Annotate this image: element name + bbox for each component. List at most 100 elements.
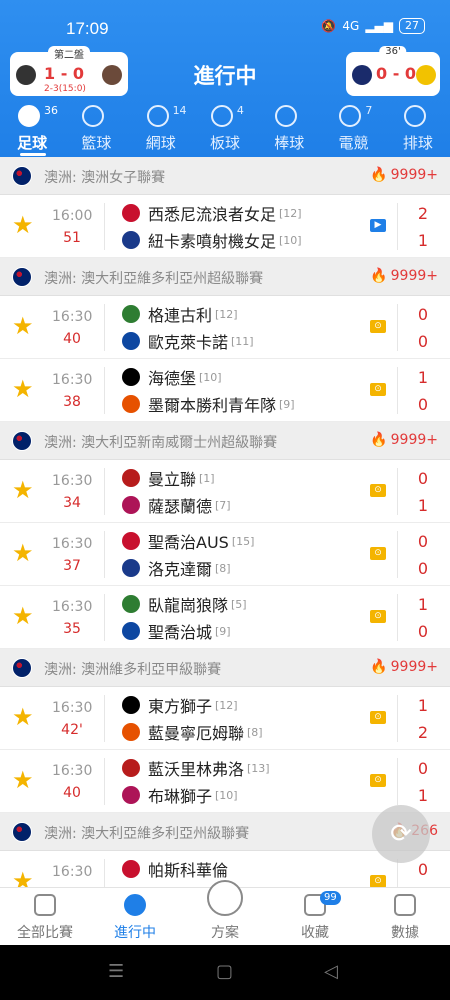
tab-sport-6[interactable]: 排球 (386, 100, 450, 157)
back-icon[interactable]: ◁ (324, 961, 338, 982)
away-team-name: 洛克達爾 (148, 560, 213, 579)
home-team-name: 曼立聯 (148, 470, 197, 489)
match-row[interactable]: ★ 16:30 42' 東方獅子 [12] 藍曼寧厄姆聯 [8] ⊙ 1 2 (0, 687, 450, 750)
match-row[interactable]: ★ 16:00 51 西悉尼流浪者女足 [12] 紐卡素噴射機女足 [10] ▶ 2 1 (0, 195, 450, 258)
match-time: 16:30 (52, 473, 93, 489)
away-score: 1 (417, 496, 429, 515)
favorite-star-icon[interactable]: ★ (12, 604, 34, 628)
league-header[interactable]: 澳洲: 澳大利亞維多利亞州超級聯賽 🔥 9999+ (0, 258, 450, 296)
baseball-icon (275, 105, 298, 127)
tab-sport-1[interactable]: 籃球 (64, 100, 128, 157)
tab-sport-3[interactable]: 4 板球 (193, 100, 257, 157)
nav-item-4[interactable]: 數據 (360, 888, 450, 946)
menu-icon[interactable]: ☰ (108, 961, 124, 982)
away-team-name: 藍曼寧厄姆聯 (148, 724, 245, 743)
live-animation-icon[interactable]: ⊙ (370, 383, 386, 396)
favorite-star-icon[interactable]: ★ (12, 213, 34, 237)
nav-item-3[interactable]: 99 收藏 (270, 888, 360, 946)
divider (104, 367, 105, 414)
league-header[interactable]: 澳洲: 澳大利亞新南威爾士州超級聯賽 🔥 9999+ (0, 422, 450, 460)
home-score: 0 (417, 860, 429, 879)
heat-count: 🔥 9999+ (370, 432, 438, 448)
match-row[interactable]: ★ 16:30 40 格連古利 [12] 歐克萊卡諾 [11] ⊙ 0 0 (0, 296, 450, 359)
fire-icon: 🔥 (370, 167, 388, 183)
tennis-icon (146, 105, 169, 127)
refresh-button[interactable]: ⟳ (372, 805, 430, 863)
refresh-icon: ⟳ (390, 819, 412, 849)
divider (104, 304, 105, 351)
match-row[interactable]: ★ 16:30 40 藍沃里林弗洛 [13] 布琳獅子 [10] ⊙ 0 1 (0, 750, 450, 813)
tab-sport-5[interactable]: 7 電競 (321, 100, 385, 157)
home-team-rank: [12] (215, 307, 238, 321)
league-name: 澳洲: 澳洲維多利亞甲級聯賽 (44, 662, 222, 678)
home-icon[interactable]: ▢ (216, 961, 233, 982)
away-team-rank: [9] (279, 397, 295, 411)
team-logo-icon (122, 231, 140, 249)
live-animation-icon[interactable]: ⊙ (370, 711, 386, 724)
away-team: 墨爾本勝利青年隊 [9] (122, 393, 295, 415)
nav-label: 收藏 (301, 925, 329, 941)
live-animation-icon[interactable]: ⊙ (370, 774, 386, 787)
league-header[interactable]: 澳洲: 澳洲女子聯賽 🔥 9999+ (0, 157, 450, 195)
home-team-rank: [12] (215, 698, 238, 712)
match-time: 16:30 (52, 309, 93, 325)
tab-sport-4[interactable]: 棒球 (257, 100, 321, 157)
mute-icon: 🔕 (321, 19, 337, 33)
heat-count: 🔥 9999+ (370, 659, 438, 675)
away-team-rank: [8] (247, 725, 263, 739)
heat-value: 9999+ (390, 432, 438, 448)
top-header: 17:09 🔕 4G ▂▄▆ 27 第二盤 1 - 0 2-3(15:0) 進行… (0, 0, 450, 157)
home-score: 2 (417, 204, 429, 223)
gamepad-icon (339, 105, 362, 127)
live-animation-icon[interactable]: ⊙ (370, 320, 386, 333)
team-logo-icon (122, 696, 140, 714)
home-team: 聖喬治AUS [15] (122, 530, 254, 552)
favorite-star-icon[interactable]: ★ (12, 377, 34, 401)
away-team: 紐卡素噴射機女足 [10] (122, 229, 302, 251)
nav-item-0[interactable]: 全部比賽 (0, 888, 90, 946)
favorite-star-icon[interactable]: ★ (12, 705, 34, 729)
video-icon[interactable]: ▶ (370, 219, 386, 232)
away-team-name: 歐克萊卡諾 (148, 333, 229, 352)
favorite-star-icon[interactable]: ★ (12, 478, 34, 502)
divider (397, 695, 398, 742)
match-time: 16:00 (52, 208, 93, 224)
divider (397, 594, 398, 641)
status-bar: 17:09 🔕 4G ▂▄▆ 27 (0, 0, 450, 52)
nav-item-1[interactable]: 進行中 (90, 888, 180, 946)
match-row[interactable]: ★ 16:30 35 臥龍崗狼隊 [5] 聖喬治城 [9] ⊙ 1 0 (0, 586, 450, 649)
heat-value: 9999+ (390, 268, 438, 284)
sport-count: 7 (365, 104, 373, 117)
home-team: 曼立聯 [1] (122, 467, 215, 489)
live-animation-icon[interactable]: ⊙ (370, 547, 386, 560)
match-minute: 51 (63, 230, 81, 246)
home-score: 0 (417, 532, 429, 551)
home-team-rank: [12] (279, 206, 302, 220)
league-header[interactable]: 澳洲: 澳洲維多利亞甲級聯賽 🔥 9999+ (0, 649, 450, 687)
away-team-name: 紐卡素噴射機女足 (148, 232, 277, 251)
divider (104, 468, 105, 515)
home-team-name: 格連古利 (148, 306, 213, 325)
trophy-icon (34, 894, 56, 916)
sport-label: 網球 (145, 134, 176, 152)
match-row[interactable]: ★ 16:30 34 曼立聯 [1] 薩瑟蘭德 [7] ⊙ 0 1 (0, 460, 450, 523)
match-row[interactable]: ★ 16:30 37 聖喬治AUS [15] 洛克達爾 [8] ⊙ 0 0 (0, 523, 450, 586)
match-row[interactable]: ★ 16:30 38 海德堡 [10] 墨爾本勝利青年隊 [9] ⊙ 1 0 (0, 359, 450, 422)
favorite-star-icon[interactable]: ★ (12, 541, 34, 565)
favorite-star-icon[interactable]: ★ (12, 768, 34, 792)
favorite-star-icon[interactable]: ★ (12, 314, 34, 338)
nav-item-2[interactable]: 方案 (180, 880, 270, 946)
away-team: 布琳獅子 [10] (122, 784, 238, 806)
match-time: 16:30 (52, 864, 93, 880)
divider (104, 203, 105, 250)
team-logo-icon (122, 559, 140, 577)
nav-label: 進行中 (114, 925, 156, 941)
live-score-card-right[interactable]: 36' 0 - 0 (346, 46, 440, 96)
live-animation-icon[interactable]: ⊙ (370, 610, 386, 623)
live-animation-icon[interactable]: ⊙ (370, 484, 386, 497)
match-minute: 38 (63, 394, 81, 410)
divider (397, 203, 398, 250)
tab-sport-2[interactable]: 14 網球 (129, 100, 193, 157)
team-logo-icon (122, 622, 140, 640)
tab-sport-0[interactable]: 36 足球 (0, 100, 64, 157)
